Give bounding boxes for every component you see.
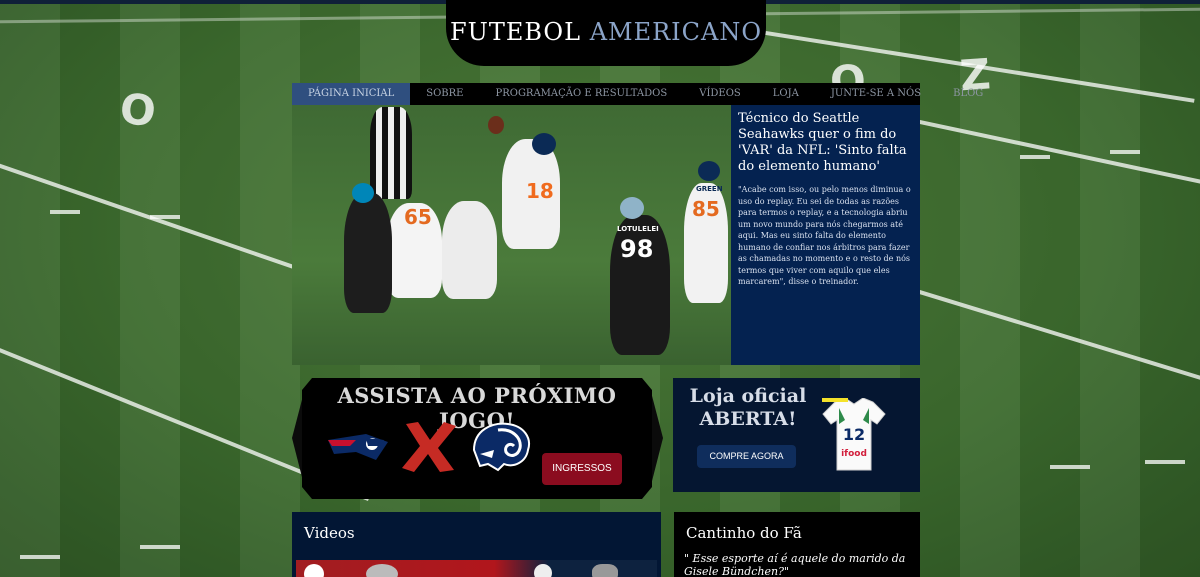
store-title: Loja oficial ABERTA!: [689, 385, 807, 430]
buy-now-button[interactable]: COMPRE AGORA: [697, 445, 796, 468]
field-line: [918, 290, 1200, 382]
nav-item-store[interactable]: LOJA: [757, 83, 815, 105]
jersey-sponsor-text: ifood: [841, 449, 867, 459]
field-line: [1050, 465, 1090, 469]
fan-corner-title: Cantinho do Fã: [686, 524, 802, 542]
fan-quote: " Esse esporte aí é aquele do marido da …: [684, 552, 906, 577]
quarterback-helmet: [532, 133, 556, 155]
nav-item-join[interactable]: JUNTE-SE A NÓS: [815, 83, 937, 105]
receiver-helmet: [698, 161, 720, 181]
jersey-number: 85: [692, 197, 720, 221]
nav-item-videos[interactable]: VÍDEOS: [683, 83, 757, 105]
jersey-image[interactable]: 12 ifood: [821, 398, 887, 472]
nav-item-blog[interactable]: BLOG: [937, 83, 999, 105]
field-line: [1110, 150, 1140, 154]
referee-figure: [370, 107, 412, 199]
rams-logo-icon: [472, 422, 530, 472]
site-title-part2: AMERICANO: [589, 18, 763, 46]
jersey-number: 18: [526, 179, 554, 203]
defender-helmet: [352, 183, 374, 203]
player-thumbnail-icon: [592, 564, 618, 577]
tickets-button[interactable]: INGRESSOS: [542, 453, 622, 485]
featured-news-panel: Técnico do Seattle Seahawks quer o fim d…: [731, 105, 920, 365]
videos-title: Videos: [304, 524, 355, 542]
jersey-name: GREEN: [696, 185, 723, 193]
field-line: [50, 210, 80, 214]
video-thumbnail-strip[interactable]: [296, 560, 657, 577]
defender-figure: [344, 193, 392, 313]
field-line: [150, 215, 180, 219]
site-title[interactable]: FUTEBOL AMERICANO: [446, 18, 766, 46]
lineman-figure: [442, 201, 497, 299]
fan-corner-section: Cantinho do Fã " Esse esporte aí é aquel…: [674, 512, 920, 577]
nav-item-schedule[interactable]: PROGRAMAÇÃO E RESULTADOS: [479, 83, 683, 105]
main-nav: PÁGINA INICIAL SOBRE PROGRAMAÇÃO E RESUL…: [292, 83, 983, 105]
versus-x-icon: [402, 422, 456, 472]
jersey-number: 65: [404, 205, 432, 229]
site-title-part1: FUTEBOL: [449, 18, 582, 46]
yard-number-marking: O: [117, 83, 169, 138]
hero-game-photo[interactable]: 18 65 98 85 GREEN LOTULELEI: [292, 105, 731, 365]
field-line: [20, 555, 60, 559]
field-line: [1020, 155, 1050, 159]
site-header: FUTEBOL AMERICANO: [446, 0, 766, 66]
field-line: [140, 545, 180, 549]
defender-helmet: [620, 197, 644, 219]
next-game-banner: ASSISTA AO PRÓXIMO JOGO! INGRESSOS: [292, 378, 663, 499]
patriots-logo-icon: [328, 434, 388, 460]
nfl-logo-icon: [304, 564, 324, 577]
news-headline[interactable]: Técnico do Seattle Seahawks quer o fim d…: [738, 111, 912, 175]
nav-item-about[interactable]: SOBRE: [410, 83, 479, 105]
videos-section: Videos: [292, 512, 661, 577]
field-line: [919, 120, 1200, 187]
football-ball: [488, 116, 504, 134]
jersey-number: 98: [620, 235, 654, 263]
news-body: "Acabe com isso, ou pelo menos diminua o…: [738, 185, 911, 286]
field-line: [1145, 460, 1185, 464]
jersey-number-text: 12: [843, 425, 865, 444]
clock-icon: [534, 564, 552, 577]
nav-item-home[interactable]: PÁGINA INICIAL: [292, 83, 411, 105]
official-store-panel: Loja oficial ABERTA! COMPRE AGORA 12 ifo…: [673, 378, 920, 492]
team-logo-icon: [366, 564, 398, 577]
jersey-name: LOTULELEI: [617, 225, 659, 233]
